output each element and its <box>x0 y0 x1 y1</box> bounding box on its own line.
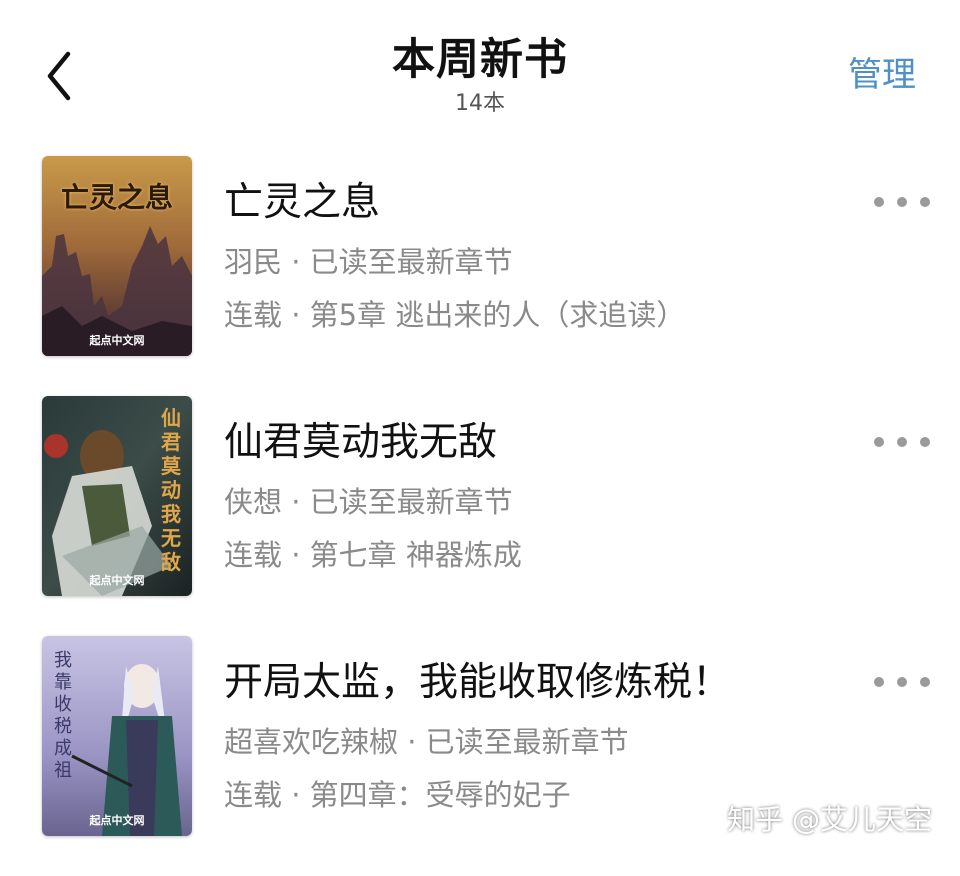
book-meta: 侠想 · 已读至最新章节 <box>224 485 513 519</box>
cover-title: 我靠收税成祖 <box>54 650 72 781</box>
book-cover[interactable]: 我靠收税成祖 起点中文网 <box>42 636 192 836</box>
more-dots-icon <box>874 437 884 447</box>
cover-title: 仙君莫动我无敌 <box>161 406 181 574</box>
book-list: 亡灵之息 起点中文网 亡灵之息 羽民 · 已读至最新章节 连载 · 第5章 逃出… <box>0 156 960 876</box>
watermark: 知乎 @艾儿天空 <box>727 803 932 836</box>
book-count: 14本 <box>455 91 505 116</box>
cover-publisher: 起点中文网 <box>89 334 145 347</box>
more-dots-icon <box>874 197 884 207</box>
book-chapter: 连载 · 第四章：受辱的妃子 <box>224 778 571 812</box>
book-title[interactable]: 仙君莫动我无敌 <box>224 418 497 468</box>
more-button[interactable] <box>874 670 930 694</box>
more-button[interactable] <box>874 190 930 214</box>
book-cover[interactable]: 仙君莫动我无敌 起点中文网 <box>42 396 192 596</box>
book-meta: 羽民 · 已读至最新章节 <box>224 245 513 279</box>
list-item[interactable]: 仙君莫动我无敌 起点中文网 仙君莫动我无敌 侠想 · 已读至最新章节 连载 · … <box>0 396 960 636</box>
book-title[interactable]: 开局太监，我能收取修炼税！ <box>224 658 731 708</box>
page-title: 本周新书 <box>392 35 568 85</box>
book-chapter: 连载 · 第七章 神器炼成 <box>224 538 522 572</box>
cover-publisher: 起点中文网 <box>89 814 145 827</box>
cover-publisher: 起点中文网 <box>89 574 145 587</box>
list-item[interactable]: 我靠收税成祖 起点中文网 开局太监，我能收取修炼税！ 超喜欢吃辣椒 · 已读至最… <box>0 636 960 876</box>
title-block: 本周新书 14本 <box>0 30 960 118</box>
book-chapter: 连载 · 第5章 逃出来的人（求追读） <box>224 298 686 332</box>
header: 本周新书 14本 管理 <box>0 0 960 140</box>
book-title[interactable]: 亡灵之息 <box>224 178 380 228</box>
cover-title: 亡灵之息 <box>60 181 173 214</box>
list-item[interactable]: 亡灵之息 起点中文网 亡灵之息 羽民 · 已读至最新章节 连载 · 第5章 逃出… <box>0 156 960 396</box>
book-cover[interactable]: 亡灵之息 起点中文网 <box>42 156 192 356</box>
book-meta: 超喜欢吃辣椒 · 已读至最新章节 <box>224 725 629 759</box>
more-button[interactable] <box>874 430 930 454</box>
manage-button[interactable]: 管理 <box>848 52 916 98</box>
more-dots-icon <box>874 677 884 687</box>
